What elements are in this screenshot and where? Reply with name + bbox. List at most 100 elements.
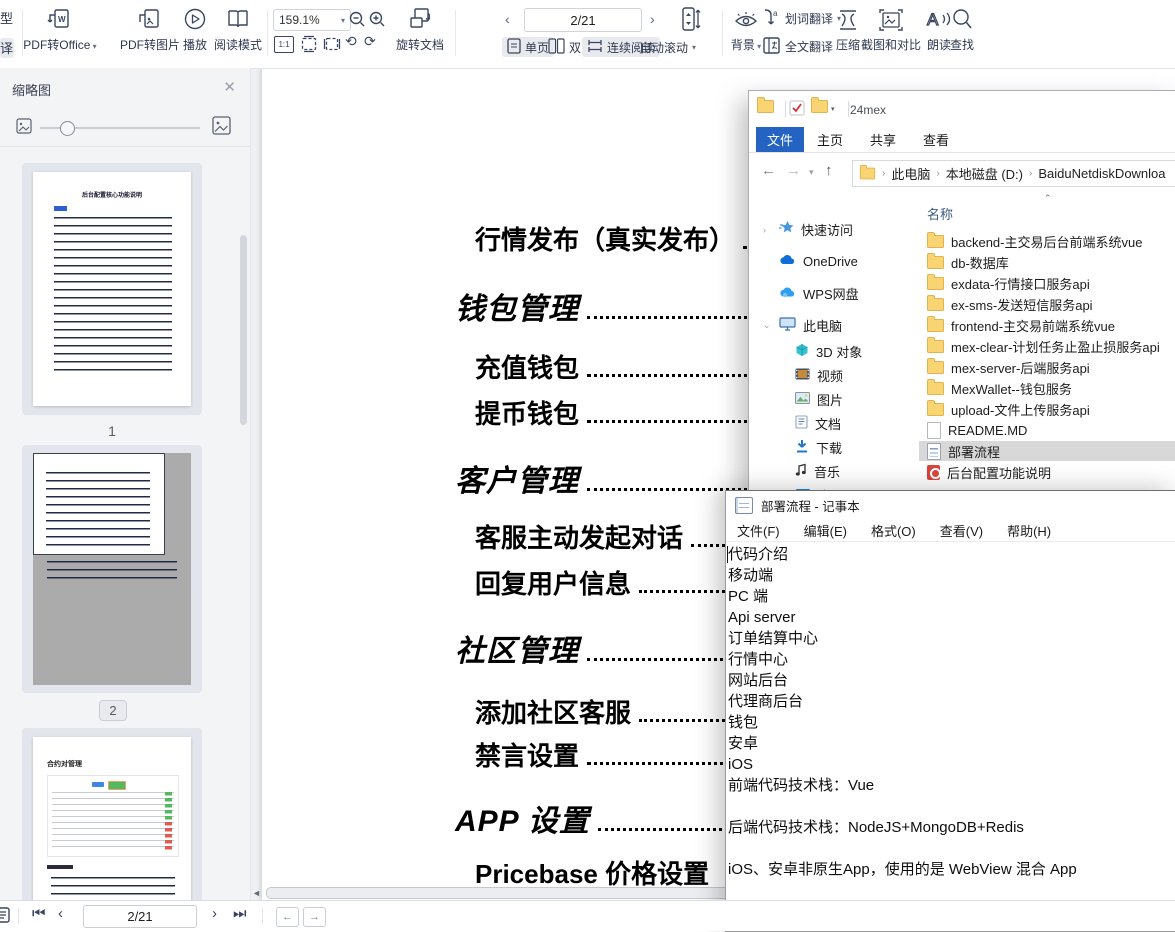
thumbnail-page-3[interactable]: 合约对管理 xyxy=(22,728,202,900)
rotate-document-button[interactable]: 旋转文档 xyxy=(392,5,448,53)
breadcrumb-this-pc[interactable]: 此电脑 xyxy=(891,164,930,183)
nav-item-videos[interactable]: 视频 xyxy=(795,364,843,386)
nav-up-icon[interactable]: ↑ xyxy=(825,162,833,179)
history-back-button[interactable]: ← xyxy=(276,907,299,927)
nav-item-pictures[interactable]: 图片 xyxy=(795,388,843,410)
notepad-text-area[interactable]: 代码介绍移动端PC 端 Api server订单结算中心行情中心 网站后台代理商… xyxy=(728,544,1168,929)
page-number-input[interactable]: 2/21 xyxy=(524,8,642,32)
fit-page-icon[interactable] xyxy=(300,35,318,58)
tab-view[interactable]: 查看 xyxy=(923,127,949,152)
zoom-out-icon[interactable] xyxy=(348,10,366,33)
3d-objects-icon xyxy=(795,343,809,360)
play-button[interactable]: 播放 xyxy=(178,7,212,53)
background-button[interactable]: 背景 ▾ xyxy=(726,9,766,53)
read-mode-button[interactable]: 阅读模式 xyxy=(212,7,264,53)
statusbar-page-input[interactable]: 2/21 xyxy=(83,905,197,928)
menu-edit[interactable]: 编辑(E) xyxy=(804,521,847,540)
menu-file[interactable]: 文件(F) xyxy=(737,521,780,540)
zoom-in-icon[interactable] xyxy=(368,10,386,33)
horizontal-scrollbar-thumb[interactable] xyxy=(266,887,734,899)
file-row[interactable]: 后台配置功能说明 xyxy=(919,462,1175,482)
expander-icon[interactable]: ⌄ xyxy=(763,320,771,331)
menu-format[interactable]: 格式(O) xyxy=(871,521,916,540)
nav-item-documents[interactable]: 文档 xyxy=(795,412,841,434)
explorer-titlebar[interactable]: ▾ 24mex xyxy=(749,91,1175,127)
nav-item-onedrive[interactable]: OneDrive xyxy=(779,250,858,272)
file-row[interactable]: ex-sms-发送短信服务api xyxy=(919,294,1175,314)
first-page-icon[interactable]: ⏮|< xyxy=(32,905,46,922)
next-page-icon[interactable]: › xyxy=(212,905,217,922)
snapshot-compare-icon xyxy=(878,7,904,33)
file-row[interactable]: exdata-行情接口服务api xyxy=(919,273,1175,293)
clipped-button-top[interactable]: 型 xyxy=(0,8,14,27)
nav-back-icon[interactable]: ← xyxy=(761,162,776,179)
sidebar-scrollbar[interactable] xyxy=(240,235,247,425)
file-row[interactable]: backend-主交易后台前端系统vue xyxy=(919,231,1175,251)
menu-view[interactable]: 查看(V) xyxy=(940,521,983,540)
expander-icon[interactable]: › xyxy=(763,225,766,235)
pdf-to-office-button[interactable]: W PDF转Office ▾ xyxy=(20,7,100,53)
thumbnail-page-2[interactable] xyxy=(22,445,202,693)
auto-scroll-button[interactable]: 自动滚动 ▾ xyxy=(635,37,701,57)
breadcrumb-folder[interactable]: BaiduNetdiskDownloa xyxy=(1038,166,1165,181)
file-row[interactable]: MexWallet--钱包服务 xyxy=(919,378,1175,398)
large-thumbnail-icon[interactable] xyxy=(212,116,231,140)
file-row[interactable]: frontend-主交易前端系统vue xyxy=(919,315,1175,335)
file-row-selected[interactable]: 部署流程 xyxy=(919,441,1175,461)
clipped-button-bottom[interactable]: 译 xyxy=(0,38,14,58)
nav-item-3d-objects[interactable]: 3D 对象 xyxy=(795,340,862,362)
thumb1-toc-link xyxy=(54,206,67,211)
nav-item-this-pc[interactable]: 此电脑 xyxy=(779,314,842,336)
previous-page-icon[interactable]: ‹ xyxy=(505,11,510,27)
nav-item-music[interactable]: 音乐 xyxy=(795,460,840,482)
nav-item-quick-access[interactable]: 快速访问 xyxy=(779,218,853,240)
notepad-window: 部署流程 - 记事本 文件(F) 编辑(E) 格式(O) 查看(V) 帮助(H)… xyxy=(725,490,1175,932)
clipped-statusbar-icon[interactable] xyxy=(0,907,10,927)
thumbnail-size-slider-thumb[interactable] xyxy=(60,121,75,136)
tab-share[interactable]: 共享 xyxy=(870,127,896,152)
chevron-down-icon: ▾ xyxy=(692,43,696,52)
breadcrumb-chevron-icon: › xyxy=(934,168,941,179)
folder-icon xyxy=(811,100,828,113)
close-icon[interactable]: ✕ xyxy=(223,78,236,96)
address-bar[interactable]: › 此电脑 › 本地磁盘 (D:) › BaiduNetdiskDownloa xyxy=(852,160,1175,187)
folder-icon xyxy=(927,298,944,311)
zoom-level-select[interactable]: 159.1% ▾ xyxy=(273,9,351,31)
file-row[interactable]: mex-clear-计划任务止盈止损服务api xyxy=(919,336,1175,356)
file-row[interactable]: db-数据库 xyxy=(919,252,1175,272)
file-explorer-window: ▾ 24mex 文件 主页 共享 查看 ← → ▾ ↑ › 此电脑 › 本地磁盘… xyxy=(748,90,1175,494)
breadcrumb-drive-d[interactable]: 本地磁盘 (D:) xyxy=(946,164,1023,183)
nav-item-downloads[interactable]: 下载 xyxy=(795,436,842,458)
file-row[interactable]: README.MD xyxy=(919,420,1175,440)
thumbnail-page-1[interactable]: 后台配置核心功能说明 xyxy=(22,163,202,415)
quickaccess-dropdown-icon[interactable]: ▾ xyxy=(831,105,835,113)
thumb2-viewport[interactable] xyxy=(33,453,165,555)
nav-forward-icon[interactable]: → xyxy=(786,162,801,179)
file-row[interactable]: mex-server-后端服务api xyxy=(919,357,1175,377)
sort-ascending-icon[interactable]: ⌃ xyxy=(1044,193,1052,204)
column-header-name[interactable]: 名称 xyxy=(927,204,953,223)
previous-page-icon[interactable]: ‹ xyxy=(58,905,63,922)
actual-size-button[interactable]: 1:1 xyxy=(274,36,294,53)
small-thumbnail-icon[interactable] xyxy=(16,118,32,139)
snapshot-compare-button[interactable]: 截图和对比 xyxy=(858,7,924,53)
last-page-icon[interactable]: ⏭ xyxy=(233,905,247,922)
quick-access-check-icon[interactable] xyxy=(789,100,805,121)
nav-history-dropdown-icon[interactable]: ▾ xyxy=(809,167,814,178)
thumb1-page-number: 1 xyxy=(22,423,202,439)
tab-home[interactable]: 主页 xyxy=(817,127,843,152)
fit-width-icon[interactable] xyxy=(323,35,341,58)
history-forward-button[interactable]: → xyxy=(303,907,326,927)
scroll-left-arrow-icon[interactable]: ◄ xyxy=(252,888,261,898)
tab-file[interactable]: 文件 xyxy=(756,127,804,152)
nav-item-wps-drive[interactable]: WPS网盘 xyxy=(779,282,859,304)
rotate-left-icon[interactable]: ⟲ xyxy=(345,33,357,50)
find-button[interactable]: 查找 xyxy=(945,7,979,53)
menu-help[interactable]: 帮助(H) xyxy=(1007,521,1051,540)
next-page-icon[interactable]: › xyxy=(650,11,655,27)
rotate-right-icon[interactable]: ⟳ xyxy=(364,33,376,50)
notepad-titlebar[interactable]: 部署流程 - 记事本 xyxy=(726,491,1175,519)
pdf-to-image-button[interactable]: PDF转图片 xyxy=(115,7,185,53)
file-row[interactable]: upload-文件上传服务api xyxy=(919,399,1175,419)
single-page-icon xyxy=(507,38,521,57)
